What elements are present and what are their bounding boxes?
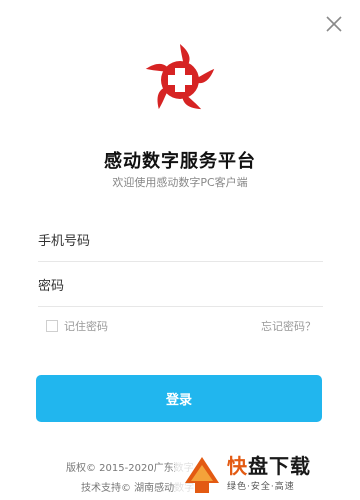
app-title: 感动数字服务平台 — [104, 151, 256, 172]
phone-input[interactable] — [38, 221, 323, 261]
password-field[interactable] — [38, 266, 323, 307]
login-button[interactable]: 登录 — [36, 375, 322, 422]
medical-cross-logo-icon — [145, 44, 215, 110]
watermark-brand-prefix: 快 — [227, 454, 248, 478]
close-button[interactable] — [324, 14, 344, 34]
app-subtitle: 欢迎使用感动数字PC客户端 — [112, 176, 248, 189]
watermark-tagline: 绿色·安全·高速 — [227, 482, 295, 492]
watermark-text: 快盘下载 绿色·安全·高速 — [227, 455, 311, 492]
remember-label: 记住密码 — [64, 320, 108, 333]
password-input[interactable] — [38, 266, 323, 306]
download-logo-icon — [185, 456, 219, 493]
close-icon — [326, 16, 342, 32]
remember-checkbox[interactable] — [46, 320, 58, 332]
watermark-brand: 快盘下载 — [227, 455, 311, 477]
forgot-password-link[interactable]: 忘记密码？ — [261, 318, 316, 334]
phone-field[interactable] — [38, 221, 323, 262]
watermark-brand-rest: 盘下载 — [248, 454, 311, 478]
remember-password[interactable]: 记住密码 — [46, 318, 108, 334]
app-logo — [140, 40, 220, 120]
watermark-overlay: 快盘下载 绿色·安全·高速 — [175, 447, 360, 500]
